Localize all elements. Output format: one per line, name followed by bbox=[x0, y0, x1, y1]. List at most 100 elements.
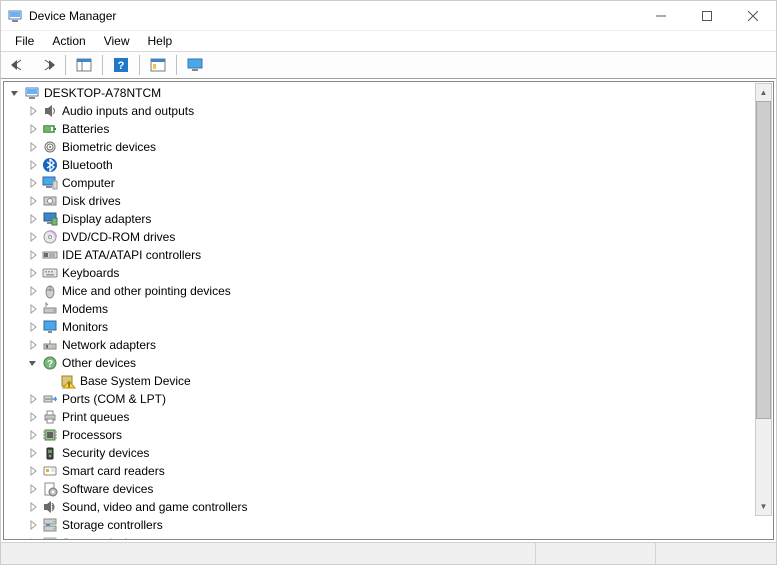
expand-icon[interactable] bbox=[26, 140, 40, 154]
tree-category-disk[interactable]: Disk drives bbox=[4, 192, 773, 210]
expand-icon[interactable] bbox=[26, 230, 40, 244]
expand-icon[interactable] bbox=[26, 122, 40, 136]
svg-text:!: ! bbox=[68, 383, 70, 390]
collapse-icon[interactable] bbox=[26, 356, 40, 370]
expand-icon[interactable] bbox=[26, 482, 40, 496]
menu-view[interactable]: View bbox=[96, 32, 138, 50]
sound-icon bbox=[42, 499, 58, 515]
toolbar-separator bbox=[65, 55, 66, 75]
show-hide-console-tree-button[interactable] bbox=[72, 54, 96, 76]
tree-node-label: Software devices bbox=[62, 482, 153, 496]
disk-icon bbox=[42, 193, 58, 209]
tree-category-software[interactable]: Software devices bbox=[4, 480, 773, 498]
tree-node-label: Batteries bbox=[62, 122, 109, 136]
toolbar-separator bbox=[102, 55, 103, 75]
tree-root[interactable]: DESKTOP-A78NTCM bbox=[4, 84, 773, 102]
monitor-button[interactable] bbox=[183, 54, 207, 76]
expand-icon[interactable] bbox=[26, 338, 40, 352]
maximize-button[interactable] bbox=[684, 1, 730, 31]
mouse-icon bbox=[42, 283, 58, 299]
software-icon bbox=[42, 481, 58, 497]
expand-icon[interactable] bbox=[26, 104, 40, 118]
tree-node-label: IDE ATA/ATAPI controllers bbox=[62, 248, 201, 262]
collapse-icon[interactable] bbox=[8, 86, 22, 100]
close-button[interactable] bbox=[730, 1, 776, 31]
storage-icon bbox=[42, 517, 58, 533]
tree-category-battery[interactable]: Batteries bbox=[4, 120, 773, 138]
expand-icon[interactable] bbox=[26, 302, 40, 316]
tree-category-bluetooth[interactable]: Bluetooth bbox=[4, 156, 773, 174]
tree-node-label: DVD/CD-ROM drives bbox=[62, 230, 175, 244]
tree-category-monitor[interactable]: Monitors bbox=[4, 318, 773, 336]
expand-icon[interactable] bbox=[26, 266, 40, 280]
tree-category-speaker[interactable]: Audio inputs and outputs bbox=[4, 102, 773, 120]
tree-category-network[interactable]: Network adapters bbox=[4, 336, 773, 354]
expand-icon[interactable] bbox=[26, 194, 40, 208]
tree-category-display[interactable]: Display adapters bbox=[4, 210, 773, 228]
tree-category-keyboard[interactable]: Keyboards bbox=[4, 264, 773, 282]
scrollbar-thumb[interactable] bbox=[756, 101, 771, 419]
device-tree[interactable]: DESKTOP-A78NTCMAudio inputs and outputs B… bbox=[3, 81, 774, 540]
back-button[interactable] bbox=[7, 54, 31, 76]
tree-category-fingerprint[interactable]: Biometric devices bbox=[4, 138, 773, 156]
tree-node-label: Print queues bbox=[62, 410, 129, 424]
statusbar-cell bbox=[1, 543, 536, 564]
expand-icon[interactable] bbox=[26, 500, 40, 514]
ide-icon bbox=[42, 247, 58, 263]
minimize-button[interactable] bbox=[638, 1, 684, 31]
expand-icon[interactable] bbox=[26, 446, 40, 460]
scroll-down-icon[interactable]: ▼ bbox=[756, 498, 771, 515]
port-icon bbox=[42, 391, 58, 407]
speaker-icon bbox=[42, 103, 58, 119]
tree-category-ide[interactable]: IDE ATA/ATAPI controllers bbox=[4, 246, 773, 264]
tree-category-security[interactable]: Security devices bbox=[4, 444, 773, 462]
tree-category-printer[interactable]: Print queues bbox=[4, 408, 773, 426]
tree-category-port[interactable]: Ports (COM & LPT) bbox=[4, 390, 773, 408]
tree-category-computer[interactable]: Computer bbox=[4, 174, 773, 192]
help-button[interactable]: ? bbox=[109, 54, 133, 76]
tree-node-label: Mice and other pointing devices bbox=[62, 284, 231, 298]
expand-icon[interactable] bbox=[26, 176, 40, 190]
tree-device-warning[interactable]: !Base System Device bbox=[4, 372, 773, 390]
expand-icon[interactable] bbox=[26, 158, 40, 172]
menu-help[interactable]: Help bbox=[140, 32, 181, 50]
tree-category-sound[interactable]: Sound, video and game controllers bbox=[4, 498, 773, 516]
tree-node-label: Disk drives bbox=[62, 194, 121, 208]
tree-category-modem[interactable]: Modems bbox=[4, 300, 773, 318]
statusbar bbox=[1, 542, 776, 564]
tree-category-mouse[interactable]: Mice and other pointing devices bbox=[4, 282, 773, 300]
tree-category-storage[interactable]: Storage controllers bbox=[4, 516, 773, 534]
scan-hardware-button[interactable] bbox=[146, 54, 170, 76]
cpu-icon bbox=[42, 427, 58, 443]
expand-icon[interactable] bbox=[26, 392, 40, 406]
menu-action[interactable]: Action bbox=[44, 32, 93, 50]
tree-node-label: Modems bbox=[62, 302, 108, 316]
expand-icon[interactable] bbox=[26, 248, 40, 262]
system-icon bbox=[42, 535, 58, 540]
expand-icon[interactable] bbox=[26, 320, 40, 334]
expand-icon[interactable] bbox=[26, 518, 40, 532]
security-icon bbox=[42, 445, 58, 461]
vertical-scrollbar[interactable]: ▲ ▼ bbox=[755, 83, 772, 516]
scroll-up-icon[interactable]: ▲ bbox=[756, 84, 771, 101]
expand-icon[interactable] bbox=[26, 464, 40, 478]
expand-icon[interactable] bbox=[26, 536, 40, 540]
toolbar-separator bbox=[176, 55, 177, 75]
display-icon bbox=[42, 211, 58, 227]
menu-file[interactable]: File bbox=[7, 32, 42, 50]
tree-category-smartcard[interactable]: Smart card readers bbox=[4, 462, 773, 480]
forward-button[interactable] bbox=[35, 54, 59, 76]
tree-node-label: Processors bbox=[62, 428, 122, 442]
expand-icon[interactable] bbox=[26, 284, 40, 298]
tree-category-other[interactable]: ?Other devices bbox=[4, 354, 773, 372]
tree-category-cpu[interactable]: Processors bbox=[4, 426, 773, 444]
tree-node-label: Computer bbox=[62, 176, 115, 190]
tree-category-dvd[interactable]: DVD/CD-ROM drives bbox=[4, 228, 773, 246]
tree-category-system[interactable]: System devices bbox=[4, 534, 773, 540]
expand-icon[interactable] bbox=[26, 410, 40, 424]
expand-icon[interactable] bbox=[26, 212, 40, 226]
statusbar-cell bbox=[656, 543, 776, 564]
expand-icon[interactable] bbox=[26, 428, 40, 442]
battery-icon bbox=[42, 121, 58, 137]
tree-node-label: Sound, video and game controllers bbox=[62, 500, 247, 514]
